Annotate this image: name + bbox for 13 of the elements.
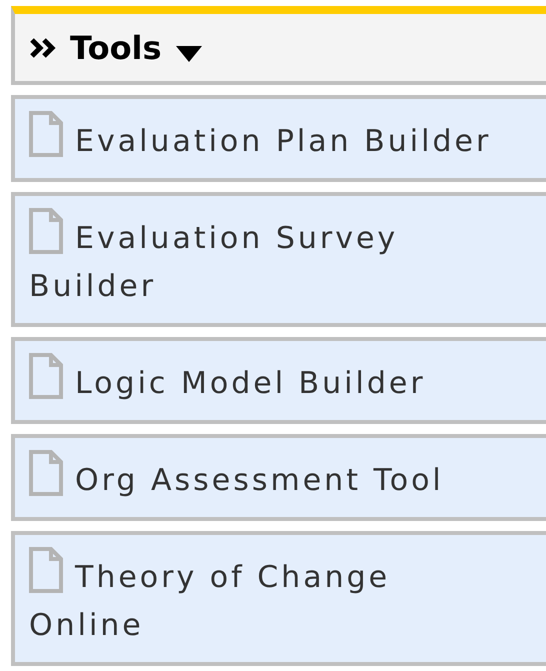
document-icon bbox=[29, 111, 63, 157]
tool-link[interactable]: Evaluation Plan Builder bbox=[11, 95, 546, 182]
tool-link[interactable]: Org Assessment Tool bbox=[11, 434, 546, 521]
document-icon bbox=[29, 547, 63, 593]
double-chevron-icon bbox=[30, 38, 56, 58]
document-icon bbox=[29, 353, 63, 399]
tool-link[interactable]: Theory of Change Online bbox=[11, 531, 546, 666]
caret-icon[interactable] bbox=[176, 46, 202, 64]
panel-title: Tools bbox=[70, 28, 162, 68]
tool-link[interactable]: Logic Model Builder bbox=[11, 337, 546, 424]
document-icon bbox=[29, 208, 63, 254]
document-icon bbox=[29, 450, 63, 496]
tool-link[interactable]: Evaluation Survey Builder bbox=[11, 192, 546, 327]
